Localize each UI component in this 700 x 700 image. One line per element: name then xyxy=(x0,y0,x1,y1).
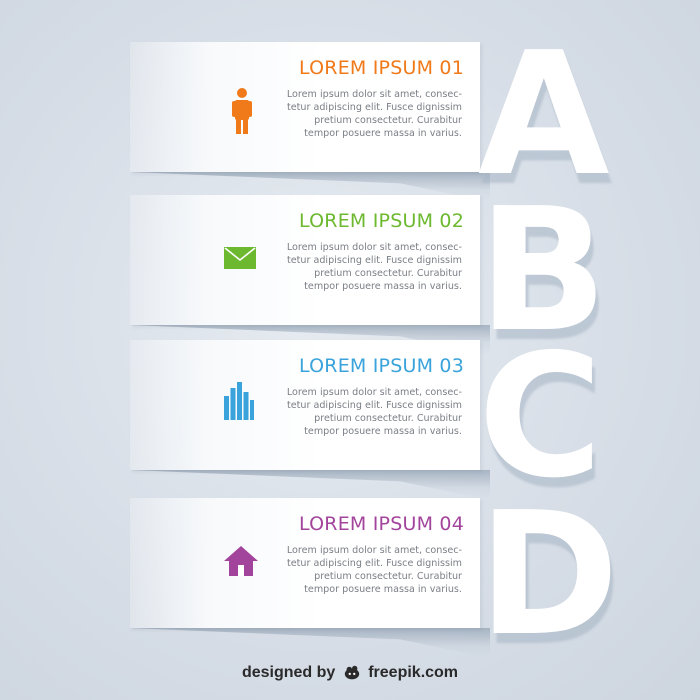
card-title: LOREM IPSUM 01 xyxy=(299,57,464,79)
body-line: tetur adipiscing elit. Fusce dignissim xyxy=(286,255,462,266)
brand-label: freepik.com xyxy=(368,664,459,682)
body-line: tetur adipiscing elit. Fusce dignissim xyxy=(286,102,462,113)
info-card: LOREM IPSUM 01 Lorem ipsum dolor sit ame… xyxy=(130,42,480,172)
card-body: Lorem ipsum dolor sit amet, consec- tetu… xyxy=(262,544,462,596)
info-card: LOREM IPSUM 04 Lorem ipsum dolor sit ame… xyxy=(130,498,480,628)
info-card: LOREM IPSUM 03 Lorem ipsum dolor sit ame… xyxy=(130,340,480,470)
body-line: pretium consectetur. Curabitur xyxy=(314,268,462,279)
card-body: Lorem ipsum dolor sit amet, consec- tetu… xyxy=(262,386,462,438)
banner-shadow xyxy=(130,628,490,658)
body-line: Lorem ipsum dolor sit amet, consec- xyxy=(286,545,462,556)
body-line: tempor posuere massa in varius. xyxy=(304,584,462,595)
body-line: tetur adipiscing elit. Fusce dignissim xyxy=(286,558,462,569)
person-icon xyxy=(232,88,252,134)
letter-d: D xyxy=(478,476,620,674)
body-line: pretium consectetur. Curabitur xyxy=(314,115,462,126)
body-line: Lorem ipsum dolor sit amet, consec- xyxy=(286,89,462,100)
body-line: tempor posuere massa in varius. xyxy=(304,281,462,292)
bar-chart-icon xyxy=(224,382,254,420)
house-icon xyxy=(224,546,258,576)
card-body: Lorem ipsum dolor sit amet, consec- tetu… xyxy=(262,241,462,293)
envelope-icon xyxy=(224,247,256,269)
card-title: LOREM IPSUM 03 xyxy=(299,355,464,377)
body-line: tempor posuere massa in varius. xyxy=(304,128,462,139)
card-title: LOREM IPSUM 02 xyxy=(299,210,464,232)
info-card: LOREM IPSUM 02 Lorem ipsum dolor sit ame… xyxy=(130,195,480,325)
card-body: Lorem ipsum dolor sit amet, consec- tetu… xyxy=(262,88,462,140)
body-line: Lorem ipsum dolor sit amet, consec- xyxy=(286,387,462,398)
attribution: designed by freepik.com xyxy=(0,664,700,682)
body-line: tempor posuere massa in varius. xyxy=(304,426,462,437)
freepik-logo-icon xyxy=(344,665,359,680)
body-line: Lorem ipsum dolor sit amet, consec- xyxy=(286,242,462,253)
body-line: tetur adipiscing elit. Fusce dignissim xyxy=(286,400,462,411)
body-line: pretium consectetur. Curabitur xyxy=(314,413,462,424)
body-line: pretium consectetur. Curabitur xyxy=(314,571,462,582)
banner-shadow xyxy=(130,470,490,500)
designed-by-label: designed by xyxy=(241,664,336,682)
card-title: LOREM IPSUM 04 xyxy=(299,513,464,535)
